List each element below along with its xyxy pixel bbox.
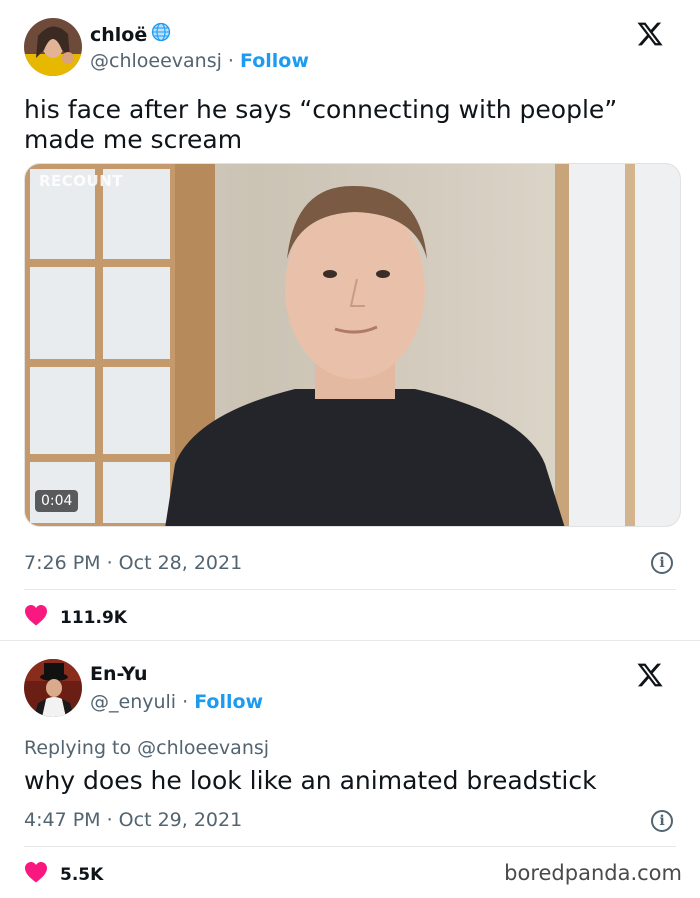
timestamp[interactable]: 4:47 PM · Oct 29, 2021 bbox=[24, 809, 242, 831]
like-row[interactable]: 111.9K bbox=[24, 604, 127, 631]
follow-button[interactable]: Follow bbox=[194, 691, 263, 713]
dot-separator: · bbox=[176, 691, 195, 713]
reply-prefix: Replying to bbox=[24, 737, 138, 759]
avatar[interactable] bbox=[24, 659, 82, 717]
divider bbox=[24, 846, 676, 847]
site-watermark: boredpanda.com bbox=[504, 861, 682, 885]
author-name-row: En-Yu bbox=[90, 663, 148, 685]
author-name-row: chloë bbox=[90, 22, 171, 47]
tweet-card: En-Yu @_enyuli · Follow Replying to @chl… bbox=[0, 641, 700, 898]
video-duration: 0:04 bbox=[35, 490, 79, 512]
like-count: 111.9K bbox=[60, 607, 127, 628]
globe-badge-icon bbox=[151, 22, 171, 47]
tweet-text: why does he look like an animated breads… bbox=[24, 766, 597, 795]
heart-icon[interactable] bbox=[24, 604, 48, 631]
video-watermark: RECOUNT bbox=[39, 172, 124, 190]
tweet-text: his face after he says “connecting with … bbox=[24, 95, 618, 154]
like-count: 5.5K bbox=[60, 864, 104, 885]
info-icon[interactable]: i bbox=[651, 552, 673, 574]
follow-button[interactable]: Follow bbox=[240, 50, 309, 72]
heart-icon[interactable] bbox=[24, 861, 48, 888]
dot-separator: · bbox=[221, 50, 241, 72]
author-handle-row: @chloeevansj · Follow bbox=[90, 50, 309, 72]
like-row[interactable]: 5.5K bbox=[24, 861, 103, 888]
divider bbox=[24, 589, 676, 590]
display-name[interactable]: En-Yu bbox=[90, 663, 148, 685]
author-handle[interactable]: @_enyuli bbox=[90, 691, 176, 713]
reply-context: Replying to @chloeevansj bbox=[24, 737, 269, 759]
video-player[interactable]: RECOUNT 0:04 bbox=[24, 163, 681, 527]
timestamp[interactable]: 7:26 PM · Oct 28, 2021 bbox=[24, 552, 242, 574]
display-name[interactable]: chloë bbox=[90, 24, 147, 46]
video-frame bbox=[25, 164, 680, 526]
reply-to-link[interactable]: @chloeevansj bbox=[137, 737, 269, 759]
avatar[interactable] bbox=[24, 18, 82, 76]
x-logo-icon[interactable] bbox=[636, 20, 664, 48]
info-icon[interactable]: i bbox=[651, 810, 673, 832]
x-logo-icon[interactable] bbox=[636, 661, 664, 689]
author-handle[interactable]: @chloeevansj bbox=[90, 50, 222, 72]
author-handle-row: @_enyuli · Follow bbox=[90, 691, 263, 713]
tweet-card: chloë @chloeevansj · Follow his face aft… bbox=[0, 0, 700, 640]
